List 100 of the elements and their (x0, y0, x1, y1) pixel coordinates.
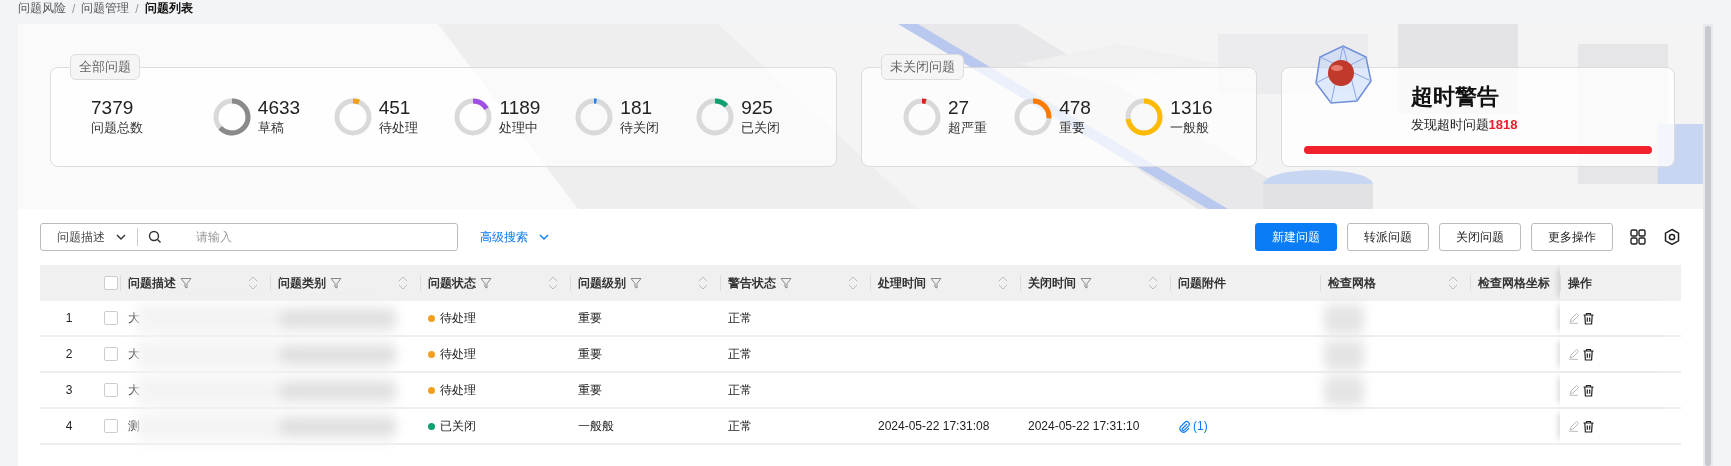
column-header[interactable]: 问题类别 (278, 274, 326, 292)
status-text: 已关闭 (440, 417, 476, 435)
breadcrumb-link[interactable]: 问题管理 (81, 0, 130, 17)
stat-value: 1316 (1170, 96, 1213, 119)
stat-label: 已关闭 (741, 118, 781, 137)
breadcrumb-link[interactable]: 问题风险 (18, 0, 66, 17)
checkbox[interactable] (104, 383, 118, 397)
stat-value: 7379 (91, 96, 135, 119)
column-header[interactable]: 问题级别 (578, 274, 626, 292)
settings-icon[interactable] (1663, 228, 1681, 246)
action-button[interactable]: 更多操作 (1531, 223, 1613, 251)
stat-label: 重要 (1059, 118, 1087, 137)
column-header[interactable]: 检查网格 (1328, 274, 1376, 292)
warning-text: 发现超时问题1818 (1410, 115, 1519, 134)
delete-icon[interactable] (1582, 383, 1595, 397)
sort-icon[interactable] (698, 275, 708, 291)
row-number: 4 (64, 418, 74, 435)
grid-view-icon[interactable] (1629, 228, 1647, 246)
sort-icon[interactable] (248, 275, 258, 291)
stat-label: 一般般 (1170, 118, 1211, 137)
checkbox[interactable] (104, 347, 118, 361)
sort-icon[interactable] (848, 275, 858, 291)
donut-chart (902, 96, 942, 137)
stat-value: 451 (378, 96, 412, 119)
checkbox[interactable] (104, 419, 118, 433)
action-button[interactable]: 转派问题 (1347, 223, 1429, 251)
column-header[interactable]: 关闭时间 (1028, 274, 1076, 292)
table-cell: 2024-05-22 17:31:08 (878, 419, 990, 433)
stat-label: 超严重 (948, 118, 987, 137)
status-text: 待处理 (440, 381, 476, 399)
filter-icon[interactable] (630, 277, 642, 289)
table-cell: 正常 (728, 309, 752, 327)
table-cell: 2024-05-22 17:31:10 (1028, 419, 1140, 433)
stat-value: 181 (620, 96, 653, 119)
sort-icon[interactable] (1448, 275, 1458, 291)
paperclip-icon (1178, 419, 1191, 433)
attachment-link[interactable]: (1) (1178, 419, 1208, 433)
table-cell: 大 (128, 345, 140, 363)
stat-label: 问题总数 (91, 118, 143, 137)
stat-label: 待处理 (378, 118, 418, 137)
stat-label: 待关闭 (620, 118, 660, 137)
sort-icon[interactable] (1148, 275, 1158, 291)
table-cell: 重要 (578, 381, 602, 399)
row-number: 2 (64, 346, 74, 363)
donut-chart (211, 96, 252, 137)
delete-icon[interactable] (1582, 419, 1595, 433)
group-label: 全部问题 (70, 53, 140, 80)
column-header[interactable]: 处理时间 (878, 274, 926, 292)
advanced-search-link[interactable]: 高级搜索 (480, 228, 550, 246)
status-text: 待处理 (440, 345, 476, 363)
column-header[interactable]: 操作 (1568, 274, 1592, 292)
filter-icon[interactable] (330, 277, 342, 289)
sort-icon[interactable] (998, 275, 1008, 291)
column-header[interactable]: 警告状态 (728, 274, 776, 292)
checkbox[interactable] (104, 311, 118, 325)
action-button[interactable]: 关闭问题 (1439, 223, 1521, 251)
warning-title: 超时警告 (1410, 82, 1500, 111)
primary-button[interactable]: 新建问题 (1255, 223, 1337, 251)
table-cell: 正常 (728, 417, 752, 435)
breadcrumb-separator: / (135, 1, 139, 16)
donut-chart (695, 96, 736, 137)
column-header[interactable]: 检查网格坐标 (1478, 274, 1550, 292)
table-cell: 大 (128, 381, 140, 399)
table-cell: 大 (128, 309, 140, 327)
stat-value: 27 (948, 96, 971, 119)
donut-chart (332, 96, 373, 137)
donut-chart (453, 96, 494, 137)
table-cell: 测 (128, 417, 140, 435)
filter-icon[interactable] (780, 277, 792, 289)
breadcrumb-current: 问题列表 (144, 0, 193, 17)
column-header[interactable]: 问题状态 (428, 274, 476, 292)
stat-value: 478 (1059, 96, 1091, 119)
breadcrumb-separator: / (72, 1, 76, 16)
status-text: 待处理 (440, 309, 476, 327)
filter-icon[interactable] (930, 277, 942, 289)
table-cell: 正常 (728, 381, 752, 399)
stat-value: 4633 (257, 96, 301, 119)
filter-icon[interactable] (1080, 277, 1092, 289)
stat-label: 草稿 (257, 118, 285, 137)
filter-icon[interactable] (180, 277, 192, 289)
donut-chart (1124, 96, 1165, 137)
delete-icon[interactable] (1582, 311, 1595, 325)
field-select[interactable]: 问题描述 (41, 228, 138, 246)
column-header[interactable]: 问题描述 (128, 274, 176, 292)
scrollbar[interactable] (1703, 24, 1713, 466)
group-label: 未关闭问题 (881, 53, 964, 80)
filter-icon[interactable] (480, 277, 492, 289)
sphere-in-cage-icon (1314, 44, 1372, 104)
table-cell: 一般般 (578, 417, 614, 435)
stat-value: 1189 (499, 96, 541, 119)
sort-icon[interactable] (548, 275, 558, 291)
search-icon (148, 230, 162, 244)
column-header[interactable]: 问题附件 (1178, 274, 1226, 292)
row-number: 3 (64, 382, 74, 399)
table-cell: 重要 (578, 345, 602, 363)
table-cell: 正常 (728, 345, 752, 363)
checkbox[interactable] (104, 276, 118, 290)
sort-icon[interactable] (398, 275, 408, 291)
donut-chart (574, 96, 615, 137)
delete-icon[interactable] (1582, 347, 1595, 361)
